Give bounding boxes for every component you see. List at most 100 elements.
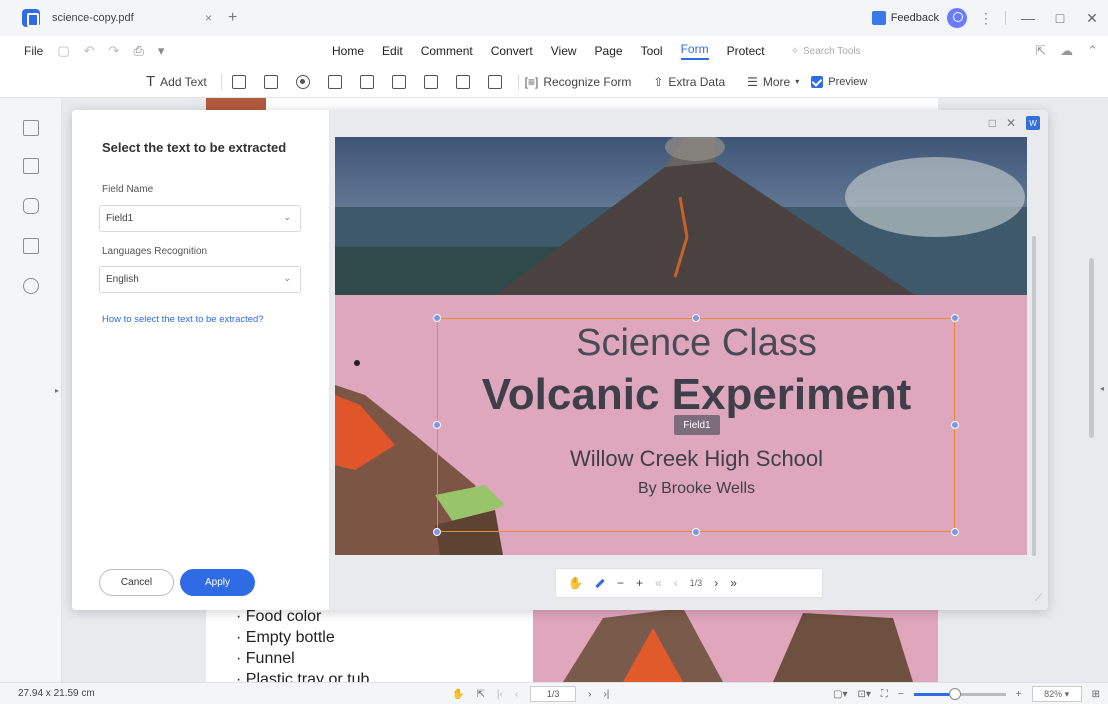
- recognize-form-button[interactable]: [≡] Recognize Form: [525, 75, 632, 89]
- divider: [1005, 11, 1006, 25]
- menu-convert[interactable]: Convert: [491, 44, 533, 58]
- signature-field-icon[interactable]: [455, 74, 470, 89]
- zoom-slider[interactable]: [913, 687, 1006, 700]
- resize-handle[interactable]: [951, 314, 959, 322]
- zoom-level-select[interactable]: 82% ▾: [1031, 686, 1082, 702]
- customize-icon[interactable]: ▾: [158, 43, 165, 59]
- checkbox-icon[interactable]: [263, 74, 278, 89]
- select-tool-icon[interactable]: ⇱: [476, 689, 484, 700]
- previous-page-icon[interactable]: ‹: [515, 689, 518, 700]
- extra-data-button[interactable]: ⇧ Extra Data: [653, 75, 725, 89]
- resize-handle[interactable]: [692, 314, 700, 322]
- expand-sidebar-icon[interactable]: ▸: [55, 386, 59, 395]
- resize-handle[interactable]: [433, 528, 441, 536]
- print-icon[interactable]: ⎙: [133, 43, 143, 59]
- last-page-icon[interactable]: »: [730, 576, 737, 590]
- language-label: Languages Recognition: [102, 246, 208, 257]
- preview-scrollbar[interactable]: [1032, 236, 1036, 556]
- expand-right-panel-icon[interactable]: ◂: [1100, 384, 1104, 393]
- last-page-icon[interactable]: ›|: [603, 689, 609, 700]
- more-list-icon: ☰: [747, 74, 758, 89]
- first-page-icon[interactable]: «: [655, 576, 662, 590]
- zoom-out-icon[interactable]: −: [898, 689, 904, 700]
- preview-checkbox[interactable]: [811, 75, 824, 88]
- preview-toggle[interactable]: Preview: [811, 75, 868, 88]
- next-page-icon[interactable]: ›: [588, 689, 591, 700]
- resize-handle[interactable]: [951, 528, 959, 536]
- thumbnails-icon[interactable]: [23, 120, 39, 136]
- hand-tool-icon[interactable]: ✋: [568, 576, 583, 590]
- combo-box-icon[interactable]: [327, 74, 342, 89]
- next-page-icon[interactable]: ›: [714, 576, 718, 590]
- menu-comment[interactable]: Comment: [421, 44, 473, 58]
- file-menu[interactable]: File: [24, 44, 43, 58]
- fit-window-icon[interactable]: ⊞: [1092, 689, 1100, 700]
- preview-label: Preview: [828, 75, 868, 88]
- apply-button[interactable]: Apply: [180, 569, 255, 596]
- feedback-button[interactable]: Feedback: [871, 11, 939, 25]
- menu-form[interactable]: Form: [680, 42, 709, 60]
- zoom-out-icon[interactable]: −: [617, 576, 624, 590]
- minimize-button[interactable]: —: [1012, 10, 1044, 26]
- menu-tool[interactable]: Tool: [641, 44, 663, 58]
- menu-edit[interactable]: Edit: [382, 44, 403, 58]
- fit-page-icon[interactable]: ⊡▾: [858, 689, 871, 700]
- maximize-dialog-icon[interactable]: □: [989, 116, 996, 130]
- cloud-icon[interactable]: ☁: [1060, 43, 1073, 59]
- fullscreen-icon[interactable]: ⛶: [881, 689, 888, 700]
- undo-icon[interactable]: ↶: [84, 43, 95, 59]
- help-link[interactable]: How to select the text to be extracted?: [102, 314, 264, 325]
- list-box-icon[interactable]: [359, 74, 374, 89]
- resize-grip-icon[interactable]: ⟋: [1035, 593, 1042, 604]
- bookmark-icon[interactable]: [23, 158, 39, 174]
- page-number-input[interactable]: 1/3: [530, 686, 577, 702]
- menu-protect[interactable]: Protect: [727, 44, 765, 58]
- field-name-select[interactable]: Field1 ⌄: [99, 205, 301, 232]
- document-scrollbar[interactable]: [1089, 258, 1094, 438]
- resize-handle[interactable]: [433, 314, 441, 322]
- new-tab-icon[interactable]: +: [228, 9, 237, 27]
- radio-button-icon[interactable]: [295, 74, 310, 89]
- language-select[interactable]: English ⌄: [99, 266, 301, 293]
- avatar[interactable]: [947, 8, 967, 28]
- button-field-icon[interactable]: [391, 74, 406, 89]
- date-field-icon[interactable]: [487, 74, 502, 89]
- search-icon[interactable]: [23, 278, 39, 294]
- text-field-icon[interactable]: [231, 74, 246, 89]
- attachment-icon[interactable]: [23, 238, 39, 254]
- first-page-icon[interactable]: |‹: [497, 689, 503, 700]
- word-icon[interactable]: W: [1026, 116, 1040, 130]
- cancel-button[interactable]: Cancel: [99, 569, 174, 596]
- save-icon[interactable]: ▢: [57, 43, 69, 59]
- close-dialog-icon[interactable]: ✕: [1006, 116, 1016, 130]
- zoom-in-icon[interactable]: +: [1016, 689, 1022, 700]
- share-icon[interactable]: ⇱: [1035, 43, 1046, 59]
- resize-handle[interactable]: [951, 421, 959, 429]
- zoom-in-icon[interactable]: +: [636, 576, 643, 590]
- page-layout-icon[interactable]: ▢▾: [833, 689, 847, 700]
- maximize-button[interactable]: □: [1044, 10, 1076, 26]
- zoom-slider-handle[interactable]: [949, 687, 962, 700]
- menu-page[interactable]: Page: [595, 44, 623, 58]
- page-preview[interactable]: Science Class Volcanic Experiment Willow…: [335, 137, 1027, 555]
- comment-panel-icon[interactable]: [23, 198, 39, 214]
- tab-close-icon[interactable]: ×: [205, 11, 212, 25]
- document-tab[interactable]: science-copy.pdf ×: [52, 5, 222, 31]
- more-button[interactable]: ☰ More ▾: [747, 75, 799, 89]
- more-menu-icon[interactable]: ⋮: [979, 10, 993, 27]
- redo-icon[interactable]: ↷: [109, 43, 120, 59]
- menu-home[interactable]: Home: [332, 44, 364, 58]
- add-text-button[interactable]: T Add Text: [146, 73, 207, 90]
- search-tools[interactable]: ✧ Search Tools: [791, 46, 861, 57]
- preview-page-indicator[interactable]: 1/3: [690, 578, 703, 588]
- hand-tool-icon[interactable]: ✋: [452, 689, 464, 700]
- select-pen-icon[interactable]: [595, 578, 605, 588]
- resize-handle[interactable]: [692, 528, 700, 536]
- divider: [517, 73, 519, 90]
- resize-handle[interactable]: [433, 421, 441, 429]
- previous-page-icon[interactable]: ‹: [674, 576, 678, 590]
- collapse-ribbon-icon[interactable]: ⌃: [1087, 43, 1098, 59]
- menu-view[interactable]: View: [551, 44, 577, 58]
- image-field-icon[interactable]: [423, 74, 438, 89]
- close-window-button[interactable]: ✕: [1076, 10, 1108, 27]
